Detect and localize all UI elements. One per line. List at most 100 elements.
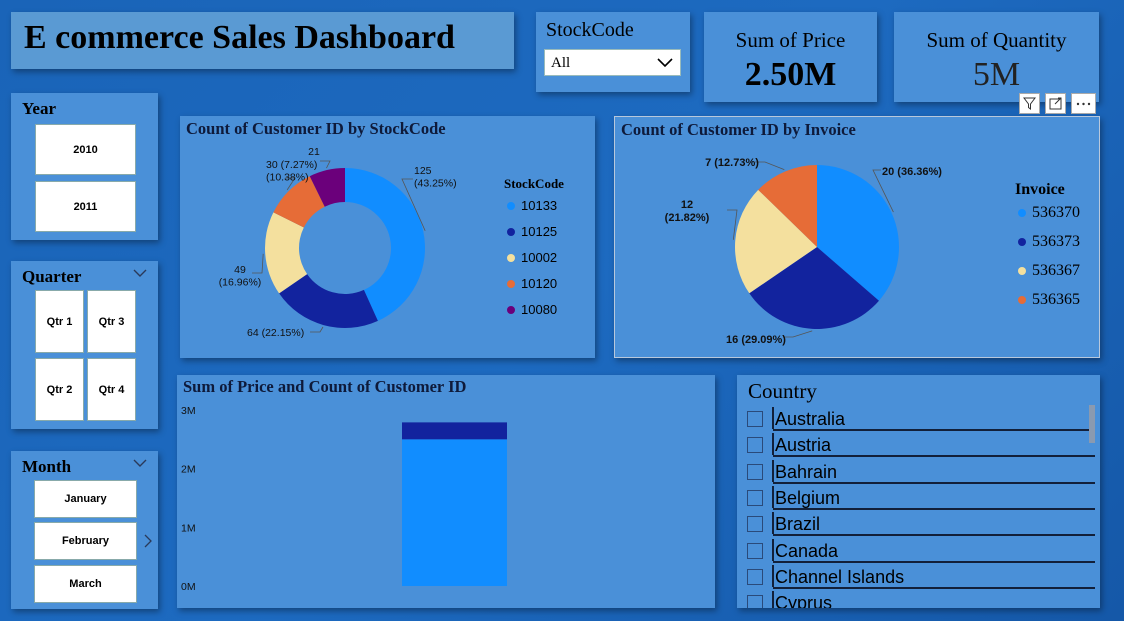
legend-label: 10120: [521, 276, 558, 291]
country-label: Belgium: [772, 485, 1095, 510]
stockcode-slicer: StockCode All: [536, 12, 690, 92]
chevron-down-icon: [657, 58, 673, 68]
data-label: 49 (16.96%): [219, 264, 262, 289]
legend-label: 10002: [521, 250, 558, 265]
legend-item-10125[interactable]: 10125: [507, 224, 557, 239]
country-label: Cyprus: [772, 591, 1095, 608]
checkbox[interactable]: [747, 463, 763, 480]
legend-item-10002[interactable]: 10002: [507, 250, 557, 265]
year-option-2010[interactable]: 2010: [35, 124, 136, 175]
data-label: 21: [308, 146, 320, 158]
scrollbar-thumb[interactable]: [1089, 405, 1095, 443]
dashboard-title: E commerce Sales Dashboard: [24, 19, 455, 56]
filter-icon[interactable]: [1019, 93, 1040, 114]
leader-line: [310, 326, 324, 333]
legend-item-10133[interactable]: 10133: [507, 198, 557, 213]
country-slicer: Country Australia Austria Bahrain Belgium Br…: [737, 375, 1100, 608]
country-label: Bahrain: [772, 459, 1095, 484]
visual-header-toolbar: [1019, 93, 1101, 115]
leader-line: [320, 160, 331, 169]
bar-chart: 0M 1M 2M 3M: [181, 405, 507, 593]
legend-label: 536370: [1032, 204, 1080, 221]
bar-segment[interactable]: [402, 439, 507, 586]
quarter-slicer: Quarter Qtr 1 Qtr 3 Qtr 2 Qtr 4: [11, 261, 158, 429]
month-option-march[interactable]: March: [34, 565, 137, 603]
kpi-value: 5M: [972, 56, 1021, 93]
legend-label: 10133: [521, 198, 558, 213]
data-label: 12 (21.82%): [665, 199, 710, 224]
pie-chart-card: Count of Customer ID by Invoice 20 (36.3…: [614, 116, 1100, 358]
stockcode-selected-value: All: [551, 55, 571, 71]
stockcode-dropdown[interactable]: All: [544, 49, 681, 76]
quarter-option-qtr4[interactable]: Qtr 4: [87, 358, 136, 421]
data-label: 125 (43.25%): [414, 165, 457, 190]
month-option-february[interactable]: February: [34, 522, 137, 560]
dashboard-title-card: E commerce Sales Dashboard: [11, 12, 514, 69]
legend-item-536367[interactable]: 536367: [1018, 262, 1080, 280]
legend-title: StockCode: [504, 176, 564, 191]
legend-marker: [507, 305, 515, 314]
more-options-icon[interactable]: [1071, 93, 1096, 114]
checkbox[interactable]: [747, 411, 763, 427]
focus-mode-icon[interactable]: [1045, 93, 1066, 114]
kpi-sum-of-quantity: Sum of Quantity 5M: [894, 12, 1099, 102]
legend-item-536370[interactable]: 536370: [1018, 204, 1080, 222]
legend-label: 536365: [1032, 291, 1080, 308]
chevron-down-icon[interactable]: [132, 457, 148, 469]
checkbox[interactable]: [747, 595, 763, 608]
legend-label: 10080: [521, 302, 558, 317]
quarter-option-qtr2[interactable]: Qtr 2: [35, 358, 84, 421]
legend-item-10120[interactable]: 10120: [507, 276, 557, 291]
quarter-option-qtr3[interactable]: Qtr 3: [87, 290, 136, 353]
kpi-label: Sum of Quantity: [926, 28, 1067, 52]
month-option-january[interactable]: January: [34, 480, 137, 518]
legend-label: 536367: [1032, 262, 1080, 279]
kpi-label: Sum of Price: [735, 28, 846, 52]
checkbox[interactable]: [747, 568, 763, 585]
quarter-slicer-title: Quarter: [22, 267, 82, 286]
checkbox[interactable]: [747, 489, 763, 506]
legend-title: Invoice: [1015, 181, 1065, 198]
bar-chart-card: Sum of Price and Count of Customer ID 0M…: [177, 375, 715, 608]
legend-label: 536373: [1032, 233, 1080, 250]
kpi-sum-of-price: Sum of Price 2.50M: [704, 12, 877, 102]
legend-marker: [1018, 296, 1026, 304]
bar-segment[interactable]: [402, 422, 507, 440]
data-label: 64 (22.15%): [247, 327, 304, 339]
checkbox[interactable]: [747, 516, 763, 533]
leader-line: [783, 330, 813, 338]
month-slicer-title: Month: [22, 457, 72, 476]
country-slicer-title: Country: [748, 379, 817, 403]
legend-marker: [1018, 209, 1026, 217]
legend-marker: [507, 279, 515, 288]
country-label: Austria: [772, 433, 1095, 458]
checkbox[interactable]: [747, 542, 763, 559]
leader-line: [252, 253, 264, 274]
donut-chart-card: Count of Customer ID by StockCode 125 (43…: [180, 116, 595, 358]
country-label: Brazil: [772, 512, 1095, 537]
legend-item-536373[interactable]: 536373: [1018, 233, 1080, 251]
chevron-right-icon[interactable]: [143, 533, 153, 549]
checkbox[interactable]: [747, 437, 763, 454]
legend-marker: [1018, 238, 1026, 246]
y-tick-label: 3M: [181, 405, 196, 417]
year-slicer-title: Year: [22, 99, 56, 118]
kpi-value: 2.50M: [744, 56, 837, 93]
legend-marker: [1018, 267, 1026, 275]
country-label: Australia: [772, 407, 1095, 431]
y-tick-label: 0M: [181, 581, 196, 593]
year-option-2011[interactable]: 2011: [35, 181, 136, 232]
legend-label: 10125: [521, 224, 558, 239]
data-label: 16 (29.09%): [726, 334, 786, 346]
stockcode-slicer-label: StockCode: [546, 19, 634, 41]
y-tick-label: 1M: [181, 522, 196, 534]
data-label: 7 (12.73%): [705, 157, 759, 169]
legend-item-10080[interactable]: 10080: [507, 302, 557, 317]
quarter-option-qtr1[interactable]: Qtr 1: [35, 290, 84, 353]
legend-marker: [507, 227, 515, 236]
data-label: 20 (36.36%): [882, 166, 942, 178]
year-slicer: Year 2010 2011: [11, 93, 158, 240]
y-tick-label: 2M: [181, 464, 196, 476]
chevron-down-icon[interactable]: [132, 267, 148, 279]
legend-item-536365[interactable]: 536365: [1018, 291, 1080, 309]
